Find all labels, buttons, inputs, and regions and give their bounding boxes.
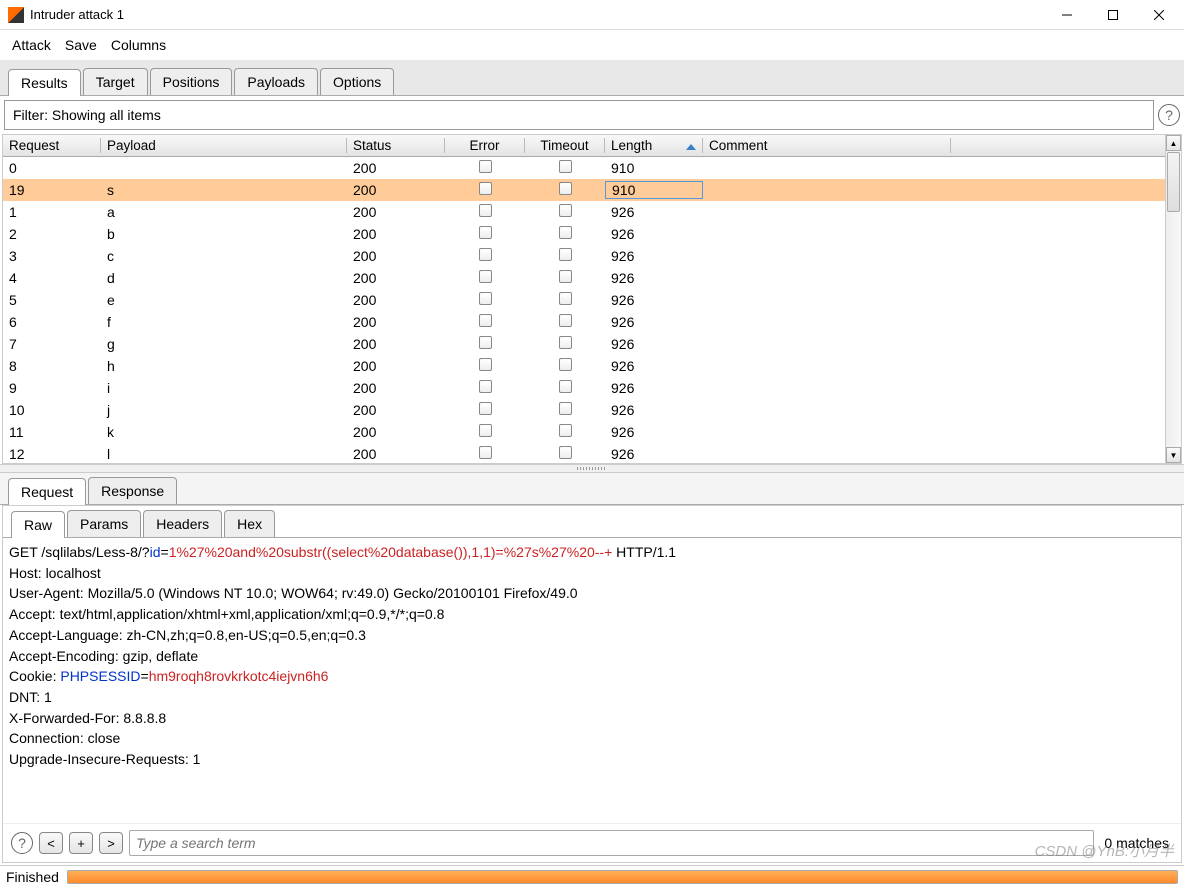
checkbox-icon: [479, 182, 492, 195]
main-tabs: Results Target Positions Payloads Option…: [0, 60, 1184, 96]
table-row[interactable]: 1a200926: [3, 201, 1165, 223]
table-row[interactable]: 9i200926: [3, 377, 1165, 399]
checkbox-icon: [559, 380, 572, 393]
checkbox-icon: [479, 424, 492, 437]
checkbox-icon: [559, 226, 572, 239]
col-timeout[interactable]: Timeout: [525, 138, 605, 153]
checkbox-icon: [559, 424, 572, 437]
tab-params[interactable]: Params: [67, 510, 141, 537]
scroll-thumb[interactable]: [1167, 152, 1180, 212]
tab-raw[interactable]: Raw: [11, 511, 65, 538]
scroll-up-icon[interactable]: ▲: [1166, 135, 1181, 151]
col-payload[interactable]: Payload: [101, 138, 347, 153]
table-row[interactable]: 0200910: [3, 157, 1165, 179]
sort-asc-icon: [686, 144, 696, 150]
table-row[interactable]: 3c200926: [3, 245, 1165, 267]
checkbox-icon: [479, 314, 492, 327]
menubar: Attack Save Columns: [0, 30, 1184, 60]
col-status[interactable]: Status: [347, 138, 445, 153]
checkbox-icon: [559, 248, 572, 261]
checkbox-icon: [559, 292, 572, 305]
tab-target[interactable]: Target: [83, 68, 148, 95]
checkbox-icon: [479, 160, 492, 173]
checkbox-icon: [479, 226, 492, 239]
maximize-button[interactable]: [1090, 0, 1136, 30]
table-row[interactable]: 4d200926: [3, 267, 1165, 289]
table-row[interactable]: 6f200926: [3, 311, 1165, 333]
menu-save[interactable]: Save: [59, 33, 103, 57]
scroll-down-icon[interactable]: ▼: [1166, 447, 1181, 463]
table-row[interactable]: 5e200926: [3, 289, 1165, 311]
progress-bar: [67, 870, 1178, 884]
table-row[interactable]: 7g200926: [3, 333, 1165, 355]
table-row[interactable]: 12l200926: [3, 443, 1165, 463]
tab-positions[interactable]: Positions: [150, 68, 233, 95]
tab-headers[interactable]: Headers: [143, 510, 222, 537]
table-row[interactable]: 8h200926: [3, 355, 1165, 377]
checkbox-icon: [479, 336, 492, 349]
checkbox-icon: [479, 446, 492, 459]
raw-tabs: Raw Params Headers Hex: [3, 506, 1181, 538]
checkbox-icon: [479, 248, 492, 261]
close-button[interactable]: [1136, 0, 1182, 30]
results-table: Request Payload Status Error Timeout Len…: [2, 134, 1182, 464]
table-header: Request Payload Status Error Timeout Len…: [3, 135, 1165, 157]
tab-payloads[interactable]: Payloads: [234, 68, 318, 95]
minimize-button[interactable]: [1044, 0, 1090, 30]
help-icon[interactable]: ?: [1158, 104, 1180, 126]
tab-response[interactable]: Response: [88, 477, 177, 504]
menu-columns[interactable]: Columns: [105, 33, 172, 57]
tab-request[interactable]: Request: [8, 478, 86, 505]
checkbox-icon: [559, 358, 572, 371]
table-row[interactable]: 10j200926: [3, 399, 1165, 421]
statusbar: Finished: [0, 865, 1184, 887]
col-comment[interactable]: Comment: [703, 138, 951, 153]
col-length[interactable]: Length: [605, 138, 703, 153]
search-add-button[interactable]: +: [69, 832, 93, 854]
splitter-handle[interactable]: [0, 464, 1184, 473]
raw-request-content[interactable]: GET /sqlilabs/Less-8/?id=1%27%20and%20su…: [3, 538, 1181, 823]
checkbox-icon: [479, 402, 492, 415]
detail-tabs: Request Response: [0, 473, 1184, 505]
checkbox-icon: [559, 204, 572, 217]
checkbox-icon: [479, 270, 492, 283]
tab-results[interactable]: Results: [8, 69, 81, 96]
col-request[interactable]: Request: [3, 138, 101, 153]
filter-bar[interactable]: Filter: Showing all items: [4, 100, 1154, 130]
checkbox-icon: [479, 204, 492, 217]
checkbox-icon: [559, 160, 572, 173]
checkbox-icon: [479, 380, 492, 393]
search-help-icon[interactable]: ?: [11, 832, 33, 854]
results-scrollbar[interactable]: ▲ ▼: [1165, 135, 1181, 463]
tab-hex[interactable]: Hex: [224, 510, 275, 537]
search-next-button[interactable]: >: [99, 832, 123, 854]
checkbox-icon: [559, 446, 572, 459]
checkbox-icon: [559, 314, 572, 327]
col-error[interactable]: Error: [445, 138, 525, 153]
app-icon: [8, 7, 24, 23]
window-title: Intruder attack 1: [30, 7, 1044, 22]
tab-options[interactable]: Options: [320, 68, 394, 95]
status-text: Finished: [6, 869, 59, 885]
checkbox-icon: [479, 292, 492, 305]
checkbox-icon: [559, 402, 572, 415]
table-row[interactable]: 2b200926: [3, 223, 1165, 245]
search-matches: 0 matches: [1100, 835, 1173, 851]
menu-attack[interactable]: Attack: [6, 33, 57, 57]
checkbox-icon: [559, 270, 572, 283]
checkbox-icon: [559, 336, 572, 349]
checkbox-icon: [479, 358, 492, 371]
checkbox-icon: [559, 182, 572, 195]
search-input[interactable]: [129, 830, 1094, 856]
titlebar: Intruder attack 1: [0, 0, 1184, 30]
table-row[interactable]: 11k200926: [3, 421, 1165, 443]
table-row[interactable]: 19s200910: [3, 179, 1165, 201]
search-prev-button[interactable]: <: [39, 832, 63, 854]
